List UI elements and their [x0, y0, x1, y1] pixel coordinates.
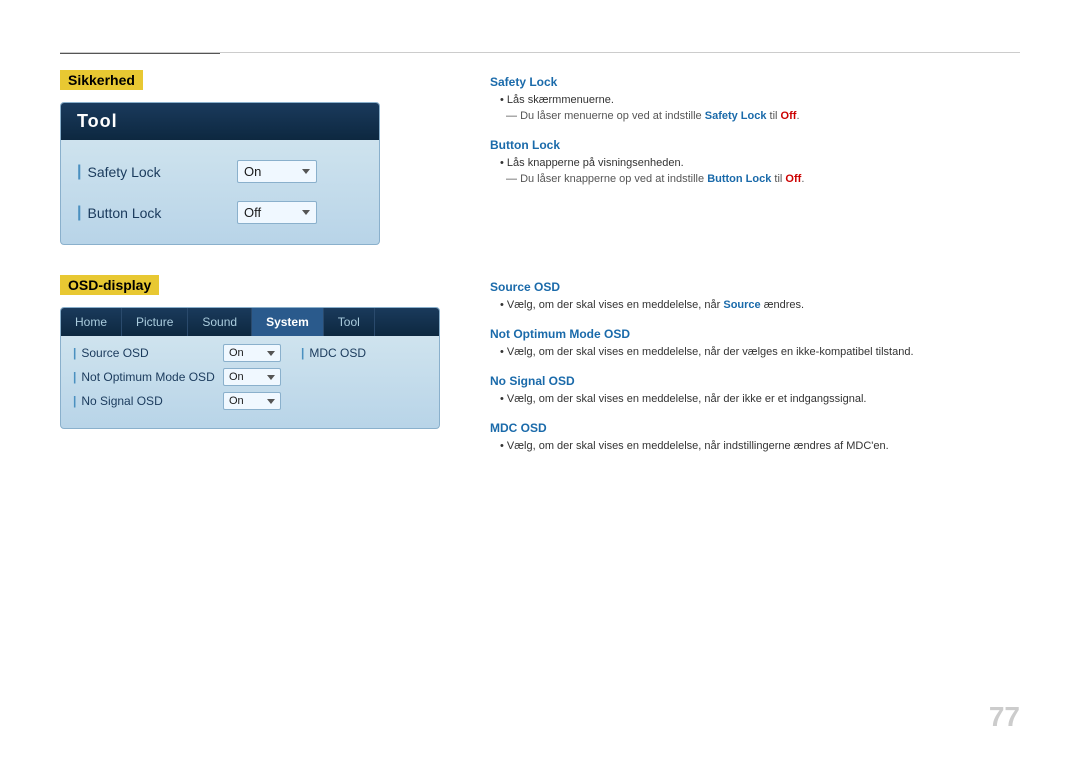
sikkerhed-left: Sikkerhed Tool Safety Lock On	[60, 70, 440, 245]
not-optimum-desc-title: Not Optimum Mode OSD	[490, 327, 1020, 341]
osd-body: Source OSD On	[61, 336, 439, 428]
mdc-osd-label: MDC OSD	[301, 346, 440, 360]
source-osd-select[interactable]: On	[223, 344, 281, 362]
safety-lock-select[interactable]: On	[237, 160, 317, 183]
osd-right: Source OSD Vælg, om der skal vises en me…	[490, 275, 1020, 468]
mdc-osd-desc-title: MDC OSD	[490, 421, 1020, 435]
safety-lock-desc: Safety Lock Lås skærmmenuerne. Du låser …	[490, 75, 1020, 122]
page-container: Sikkerhed Tool Safety Lock On	[0, 0, 1080, 763]
bottom-sections: OSD-display Home Picture Sound	[60, 275, 1020, 468]
page-number: 77	[989, 701, 1020, 733]
not-optimum-row: Not Optimum Mode OSD On	[73, 368, 281, 386]
tab-system[interactable]: System	[252, 308, 324, 336]
not-optimum-arrow	[267, 375, 275, 380]
tab-picture[interactable]: Picture	[122, 308, 188, 336]
no-signal-row: No Signal OSD On	[73, 392, 281, 410]
safety-lock-highlight: Safety Lock	[705, 110, 767, 122]
safety-lock-bullet-0: Lås skærmmenuerne.	[500, 94, 1020, 106]
osd-right-col: MDC OSD On	[291, 344, 440, 416]
source-osd-arrow	[267, 351, 275, 356]
source-osd-desc-title: Source OSD	[490, 280, 1020, 294]
main-content: Sikkerhed Tool Safety Lock On	[60, 70, 1020, 703]
not-optimum-select[interactable]: On	[223, 368, 281, 386]
tool-panel-header: Tool	[61, 103, 379, 140]
osd-left: OSD-display Home Picture Sound	[60, 275, 440, 468]
safety-lock-note-0: Du låser menuerne op ved at indstille Sa…	[506, 110, 1020, 122]
top-rule	[60, 52, 1020, 53]
button-lock-select[interactable]: Off	[237, 201, 317, 224]
not-optimum-label: Not Optimum Mode OSD	[73, 370, 223, 384]
osd-panel: Home Picture Sound System Tool	[60, 307, 440, 429]
no-signal-desc: No Signal OSD Vælg, om der skal vises en…	[490, 374, 1020, 405]
mdc-osd-desc: MDC OSD Vælg, om der skal vises en medde…	[490, 421, 1020, 452]
mdc-osd-row: MDC OSD On	[301, 344, 440, 362]
sikkerhed-right: Safety Lock Lås skærmmenuerne. Du låser …	[490, 70, 1020, 245]
tab-tool[interactable]: Tool	[324, 308, 375, 336]
not-optimum-bullet: Vælg, om der skal vises en meddelelse, n…	[500, 346, 1020, 358]
osd-left-col: Source OSD On	[73, 344, 281, 416]
tool-panel-body: Safety Lock On Button Lock	[61, 140, 379, 244]
osd-tabs-header: Home Picture Sound System Tool	[61, 308, 439, 336]
tab-home[interactable]: Home	[61, 308, 122, 336]
source-osd-bullet: Vælg, om der skal vises en meddelelse, n…	[500, 299, 1020, 311]
top-sections: Sikkerhed Tool Safety Lock On	[60, 70, 1020, 245]
no-signal-label: No Signal OSD	[73, 394, 223, 408]
button-lock-off: Off	[785, 173, 801, 185]
button-lock-label: Button Lock	[77, 204, 237, 222]
no-signal-select[interactable]: On	[223, 392, 281, 410]
tab-sound[interactable]: Sound	[188, 308, 252, 336]
button-lock-desc-title: Button Lock	[490, 138, 1020, 152]
safety-lock-dropdown-arrow	[302, 169, 310, 174]
safety-lock-label: Safety Lock	[77, 163, 237, 181]
source-osd-row: Source OSD On	[73, 344, 281, 362]
button-lock-highlight: Button Lock	[707, 173, 771, 185]
source-highlight: Source	[723, 299, 760, 311]
no-signal-desc-title: No Signal OSD	[490, 374, 1020, 388]
not-optimum-desc: Not Optimum Mode OSD Vælg, om der skal v…	[490, 327, 1020, 358]
mdc-osd-bullet: Vælg, om der skal vises en meddelelse, n…	[500, 440, 1020, 452]
safety-lock-off: Off	[781, 110, 797, 122]
safety-lock-row: Safety Lock On	[77, 160, 363, 183]
safety-lock-desc-title: Safety Lock	[490, 75, 1020, 89]
button-lock-dropdown-arrow	[302, 210, 310, 215]
button-lock-row: Button Lock Off	[77, 201, 363, 224]
tool-panel: Tool Safety Lock On	[60, 102, 380, 245]
osd-display-title: OSD-display	[60, 275, 159, 295]
button-lock-bullet-0: Lås knapperne på visningsenheden.	[500, 157, 1020, 169]
button-lock-note-0: Du låser knapperne op ved at indstille B…	[506, 173, 1020, 185]
button-lock-desc: Button Lock Lås knapperne på visningsenh…	[490, 138, 1020, 185]
source-osd-desc: Source OSD Vælg, om der skal vises en me…	[490, 280, 1020, 311]
source-osd-label: Source OSD	[73, 346, 223, 360]
no-signal-arrow	[267, 399, 275, 404]
no-signal-bullet: Vælg, om der skal vises en meddelelse, n…	[500, 393, 1020, 405]
sikkerhed-title: Sikkerhed	[60, 70, 143, 90]
